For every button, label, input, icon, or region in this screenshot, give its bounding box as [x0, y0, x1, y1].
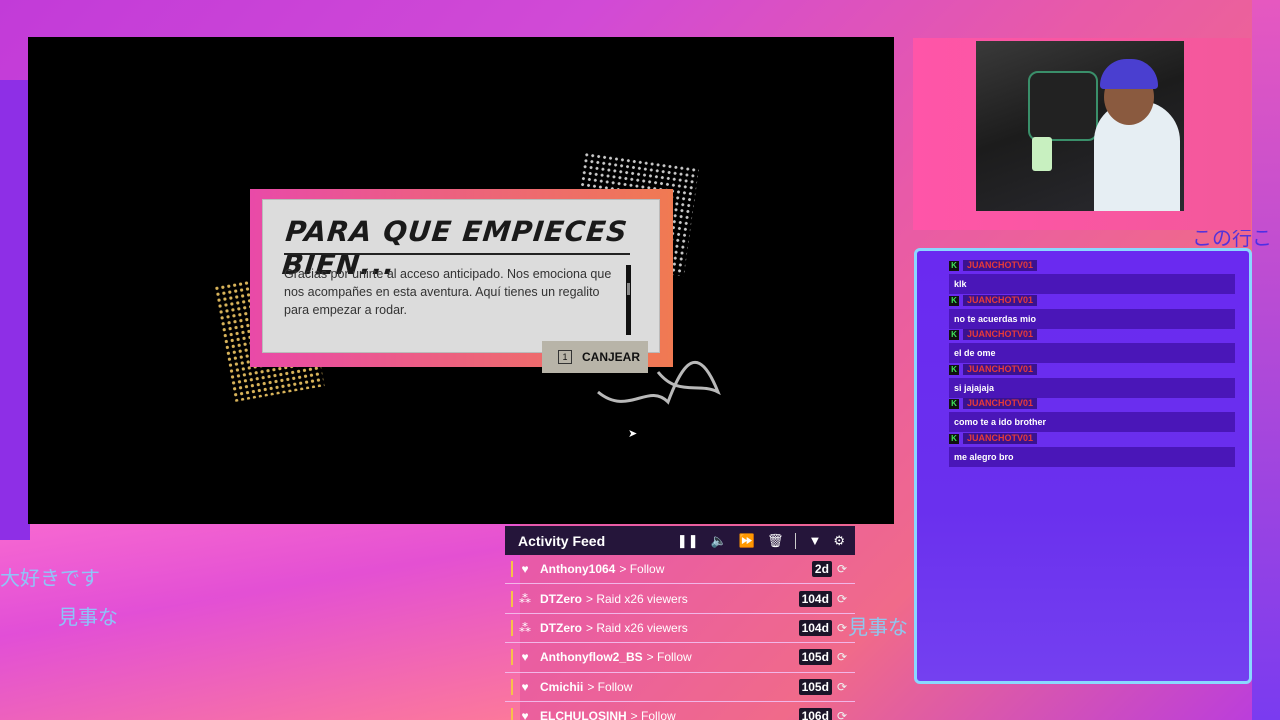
chat-text: klk — [949, 274, 1235, 294]
chat-message: K JUANCHOTV01 no te acuerdas mio — [949, 294, 1235, 329]
microphone — [1032, 137, 1052, 171]
replay-icon[interactable]: ⟳ — [837, 680, 847, 694]
chat-text: como te a ido brother — [949, 412, 1235, 432]
chat-text: si jajajaja — [949, 378, 1235, 398]
streamer-beanie — [1100, 59, 1158, 89]
mouse-cursor-icon: ➤ — [628, 428, 638, 440]
dialog-body: Gracias por unirte al acceso anticipado.… — [284, 267, 612, 317]
chat-message: K JUANCHOTV01 si jajajaja — [949, 363, 1235, 398]
background-stripe-right — [1252, 0, 1280, 720]
volume-icon[interactable]: 🔈 — [711, 533, 727, 549]
activity-action: > Raid x26 viewers — [586, 591, 688, 606]
dialog-scrollbar[interactable] — [626, 265, 631, 335]
activity-action: > Follow — [630, 709, 676, 720]
activity-user: Cmichii — [540, 679, 584, 694]
trash-icon[interactable]: 🗑 — [767, 533, 784, 549]
chat-text: no te acuerdas mio — [949, 309, 1235, 329]
activity-feed-title: Activity Feed — [518, 532, 606, 549]
replay-icon[interactable]: ⟳ — [837, 592, 847, 606]
badge-icon: K — [949, 260, 959, 271]
jp-overlay-text: 見事な — [848, 615, 908, 639]
chat-message: K JUANCHOTV01 el de ome — [949, 328, 1235, 363]
title-underline — [284, 253, 630, 255]
activity-age: 104d — [798, 590, 832, 607]
activity-age: 105d — [798, 678, 832, 695]
redeem-key-hint: 1 — [558, 350, 572, 364]
webcam-feed — [976, 41, 1184, 211]
activity-row[interactable]: ♥ Anthonyflow2_BS > Follow 105d ⟳ — [505, 643, 855, 673]
dialog-paper: PARA QUE EMPIECES BIEN... Gracias por un… — [262, 199, 660, 353]
activity-action: > Raid x26 viewers — [586, 620, 688, 635]
replay-icon[interactable]: ⟳ — [837, 709, 847, 720]
chat-text: me alegro bro — [949, 447, 1235, 467]
game-capture: PARA QUE EMPIECES BIEN... Gracias por un… — [28, 37, 894, 524]
replay-icon[interactable]: ⟳ — [837, 621, 847, 635]
activity-row[interactable]: ♥ Anthony1064 > Follow 2d ⟳ — [505, 555, 855, 585]
chat-message: K JUANCHOTV01 como te a ido brother — [949, 397, 1235, 432]
badge-icon: K — [949, 364, 959, 375]
activity-row[interactable]: ⁂ DTZero > Raid x26 viewers 104d ⟳ — [505, 584, 855, 614]
heart-icon: ♥ — [521, 650, 529, 665]
activity-user: DTZero — [540, 620, 582, 635]
background-stripe-left — [0, 80, 30, 540]
activity-feed: Activity Feed ❚❚ 🔈 ⏩ 🗑 ▼ ⚙ ♥ Anthony1064… — [505, 526, 855, 720]
activity-age: 105d — [798, 649, 832, 666]
chat-username: JUANCHOTV01 — [963, 398, 1038, 409]
chat-username: JUANCHOTV01 — [963, 364, 1038, 375]
webcam-frame — [913, 38, 1251, 230]
activity-row[interactable]: ⁂ DTZero > Raid x26 viewers 104d ⟳ — [505, 614, 855, 644]
chat-message: K JUANCHOTV01 klk — [949, 259, 1235, 294]
activity-user: Anthony1064 — [540, 562, 616, 577]
raid-icon: ⁂ — [519, 591, 531, 606]
chat-panel: K JUANCHOTV01 klk K JUANCHOTV01 no te acue… — [914, 248, 1252, 684]
heart-icon: ♥ — [521, 562, 529, 577]
heart-icon: ♥ — [521, 709, 529, 720]
badge-icon: K — [949, 433, 959, 444]
activity-age: 104d — [798, 619, 832, 636]
badge-icon: K — [949, 329, 959, 340]
jp-overlay-text: 見事な — [58, 605, 118, 629]
chat-username: JUANCHOTV01 — [963, 329, 1038, 340]
filter-icon[interactable]: ▼ — [808, 533, 821, 548]
chat-username: JUANCHOTV01 — [963, 433, 1038, 444]
activity-action: > Follow — [619, 562, 665, 577]
pause-icon[interactable]: ❚❚ — [677, 533, 699, 549]
chat-username: JUANCHOTV01 — [963, 260, 1038, 271]
activity-user: DTZero — [540, 591, 582, 606]
raid-icon: ⁂ — [519, 620, 531, 635]
chat-text: el de ome — [949, 343, 1235, 363]
activity-row[interactable]: ♥ ELCHULOSINH > Follow 106d ⟳ — [505, 702, 855, 720]
jp-overlay-text: 大好きです — [0, 566, 100, 590]
activity-action: > Follow — [646, 650, 692, 665]
activity-action: > Follow — [587, 679, 633, 694]
badge-icon: K — [949, 398, 959, 409]
redeem-button[interactable]: 1 CANJEAR — [542, 341, 648, 373]
badge-icon: K — [949, 295, 959, 306]
activity-age: 2d — [811, 561, 832, 578]
replay-icon[interactable]: ⟳ — [837, 562, 847, 576]
activity-age: 106d — [798, 708, 832, 720]
activity-feed-header: Activity Feed ❚❚ 🔈 ⏩ 🗑 ▼ ⚙ — [505, 526, 855, 555]
activity-user: Anthonyflow2_BS — [540, 650, 643, 665]
replay-icon[interactable]: ⟳ — [837, 650, 847, 664]
toolbar-divider — [795, 532, 797, 549]
skip-icon[interactable]: ⏩ — [739, 533, 755, 549]
heart-icon: ♥ — [521, 679, 529, 694]
redeem-label: CANJEAR — [582, 350, 641, 364]
chat-username: JUANCHOTV01 — [963, 295, 1038, 306]
gaming-chair — [1028, 71, 1098, 141]
gear-icon[interactable]: ⚙ — [833, 533, 845, 549]
chat-message: K JUANCHOTV01 me alegro bro — [949, 432, 1235, 467]
activity-user: ELCHULOSINH — [540, 709, 627, 720]
activity-row[interactable]: ♥ Cmichii > Follow 105d ⟳ — [505, 673, 855, 702]
